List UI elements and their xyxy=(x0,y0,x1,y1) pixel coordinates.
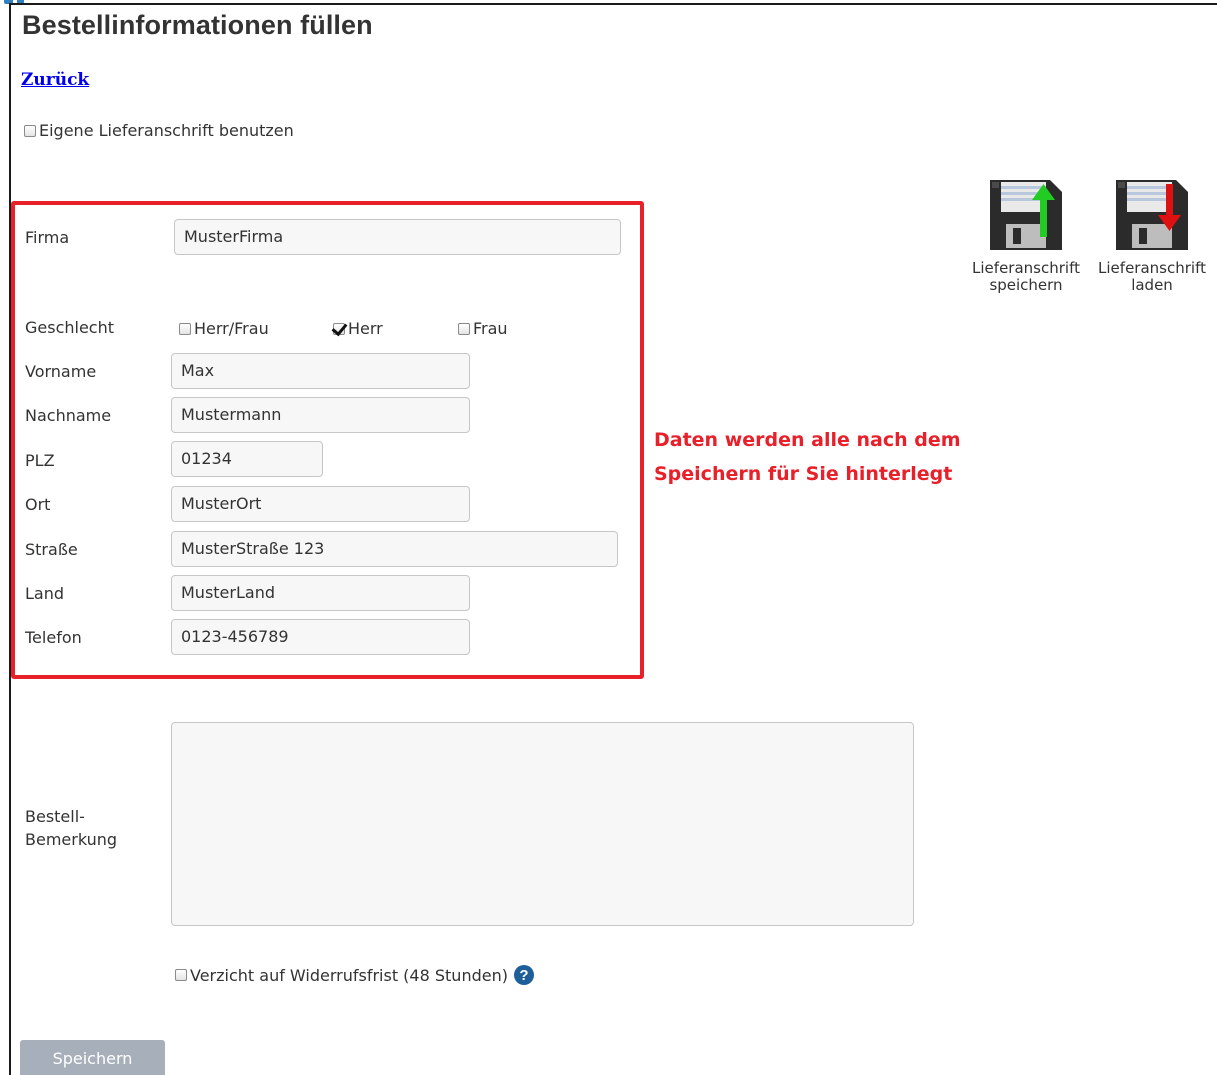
firma-input[interactable]: MusterFirma xyxy=(174,219,621,255)
plz-input[interactable]: 01234 xyxy=(171,441,323,477)
gender-option-herr[interactable]: Herr xyxy=(333,319,383,338)
bemerkung-label-line2: Bemerkung xyxy=(25,830,118,849)
telefon-label: Telefon xyxy=(25,628,82,647)
widerruf-label: Verzicht auf Widerrufsfrist (48 Stunden) xyxy=(190,965,508,985)
strasse-label: Straße xyxy=(25,540,78,559)
save-hint-annotation: Daten werden alle nach dem Speichern für… xyxy=(654,423,961,491)
gender-herr-frau-label: Herr/Frau xyxy=(194,319,269,338)
gender-option-frau[interactable]: Frau xyxy=(458,319,508,338)
order-form-page: Bestellinformationen füllen Zurück Eigen… xyxy=(0,0,1217,1075)
firma-label: Firma xyxy=(25,228,70,247)
nachname-label: Nachname xyxy=(25,406,112,425)
telefon-input[interactable]: 0123-456789 xyxy=(171,619,470,655)
vorname-input[interactable]: Max xyxy=(171,353,470,389)
nachname-input[interactable]: Mustermann xyxy=(171,397,470,433)
widerruf-option[interactable]: Verzicht auf Widerrufsfrist (48 Stunden)… xyxy=(175,965,534,985)
bemerkung-label-line1: Bestell- xyxy=(25,807,85,826)
load-address-label-line1: Lieferanschrift xyxy=(1098,259,1206,277)
vorname-label: Vorname xyxy=(25,362,97,381)
gender-herr-label: Herr xyxy=(348,319,383,338)
bemerkung-textarea[interactable] xyxy=(171,722,914,926)
gender-herr-frau-checkbox[interactable] xyxy=(179,322,191,335)
ort-input[interactable]: MusterOrt xyxy=(171,486,470,522)
gender-frau-checkbox[interactable] xyxy=(458,322,470,335)
load-address-button[interactable]: Lieferanschrift laden xyxy=(1088,178,1216,294)
floppy-disk-upload-icon xyxy=(990,180,1062,250)
help-icon[interactable]: ? xyxy=(513,965,534,985)
back-link[interactable]: Zurück xyxy=(21,70,89,90)
gender-frau-label: Frau xyxy=(473,319,508,338)
save-address-button[interactable]: Lieferanschrift speichern xyxy=(962,178,1090,294)
save-button[interactable]: Speichern xyxy=(20,1040,165,1075)
load-address-label-line2: laden xyxy=(1131,276,1173,294)
floppy-disk-download-icon xyxy=(1116,180,1188,250)
land-input[interactable]: MusterLand xyxy=(171,575,470,611)
gender-option-herr-frau[interactable]: Herr/Frau xyxy=(179,319,269,338)
gender-herr-checkbox[interactable] xyxy=(333,322,345,335)
save-address-label-line1: Lieferanschrift xyxy=(972,259,1080,277)
bemerkung-label: Bestell- Bemerkung xyxy=(25,805,117,851)
plz-label: PLZ xyxy=(25,451,55,470)
land-label: Land xyxy=(25,584,65,603)
save-hint-line2: Speichern für Sie hinterlegt xyxy=(654,463,953,485)
own-address-checkbox[interactable] xyxy=(24,124,36,137)
save-address-label-line2: speichern xyxy=(989,276,1063,294)
own-address-label: Eigene Lieferanschrift benutzen xyxy=(39,121,294,140)
own-address-option[interactable]: Eigene Lieferanschrift benutzen xyxy=(24,121,294,140)
save-hint-line1: Daten werden alle nach dem xyxy=(654,429,961,451)
geschlecht-label: Geschlecht xyxy=(25,318,115,337)
page-title: Bestellinformationen füllen xyxy=(22,10,373,40)
ort-label: Ort xyxy=(25,495,51,514)
widerruf-checkbox[interactable] xyxy=(175,969,187,981)
strasse-input[interactable]: MusterStraße 123 xyxy=(171,531,618,567)
